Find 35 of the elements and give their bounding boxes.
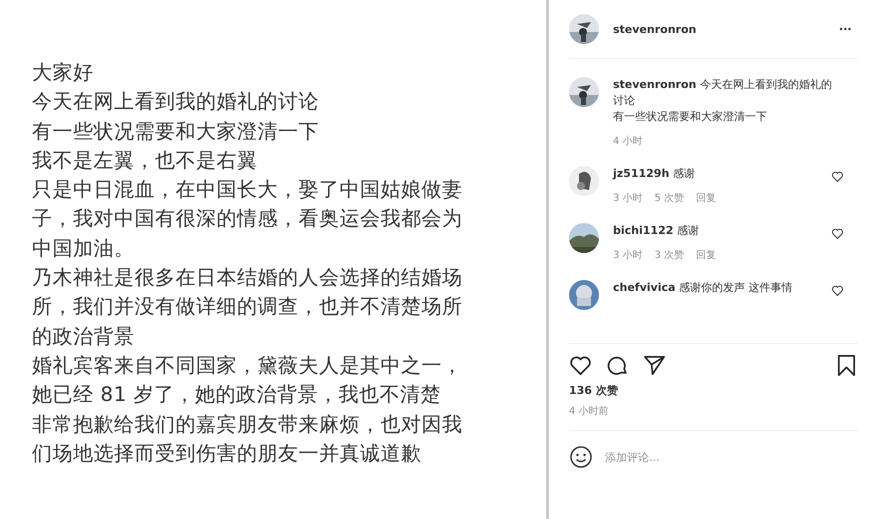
comment-text: chefvivica 感谢你的发声 这件事情	[613, 280, 794, 296]
post-text-line: 们场地选择而受到伤害的朋友一并真诚道歉	[32, 440, 422, 467]
timestamp: 3 小时	[613, 248, 643, 262]
username[interactable]: stevenronron	[613, 22, 696, 36]
post-text-line: 中国加油。	[32, 234, 136, 262]
emoji-icon[interactable]	[569, 445, 593, 469]
timestamp: 4 小时前	[569, 404, 858, 431]
timestamp: 4 小时	[613, 134, 643, 148]
heart-icon[interactable]	[831, 284, 844, 297]
like-count: 3 次赞	[654, 249, 684, 262]
comment-text: bichi1122 感谢	[613, 223, 700, 239]
like-count: 136 次赞	[569, 383, 619, 398]
post-text-line: 今天在网上看到我的婚礼的讨论	[32, 88, 320, 116]
post-text-line: 只是中日混血，在中国长大，娶了中国姑娘做妻	[32, 176, 464, 204]
post-text-line: 子，我对中国有很深的情感，看奥运会我都会为	[32, 205, 464, 232]
comment-text: jz51129h 感谢	[613, 166, 696, 182]
post-text-line: 大家好	[32, 59, 94, 86]
bookmark-icon[interactable]	[835, 354, 858, 377]
heart-icon[interactable]	[831, 170, 844, 183]
post-text-line: 我不是左翼，也不是右翼	[32, 146, 258, 174]
caption-text: stevenronron 今天在网上看到我的婚礼的讨论 有一些状况需要和大家澄清一下	[613, 77, 833, 125]
timestamp: 3 小时	[613, 192, 643, 205]
send-icon[interactable]	[643, 354, 666, 377]
post-text-line: 的政治背景	[32, 322, 136, 350]
post-text-line: 乃木神社是很多在日本结婚的人会选择的结婚场	[32, 264, 464, 292]
post-text-line: 她已经 81 岁了，她的政治背景，我也不清楚	[32, 381, 442, 408]
post-text-line: 所，我们并没有做详细的调查，也并不清楚场所	[32, 293, 464, 320]
comment-icon[interactable]	[606, 354, 629, 377]
post-text-line: 有一些状况需要和大家澄清一下	[32, 118, 320, 145]
heart-icon[interactable]	[831, 227, 844, 240]
heart-icon[interactable]	[569, 354, 592, 377]
post-text-line: 婚礼宾客来自不同国家，黛薇夫人是其中之一，	[32, 352, 464, 379]
like-count: 5 次赞	[654, 192, 684, 205]
post-text-line: 非常抱歉给我们的嘉宾朋友带来麻烦，也对因我	[32, 410, 464, 438]
more-button[interactable]: •••	[840, 24, 858, 34]
